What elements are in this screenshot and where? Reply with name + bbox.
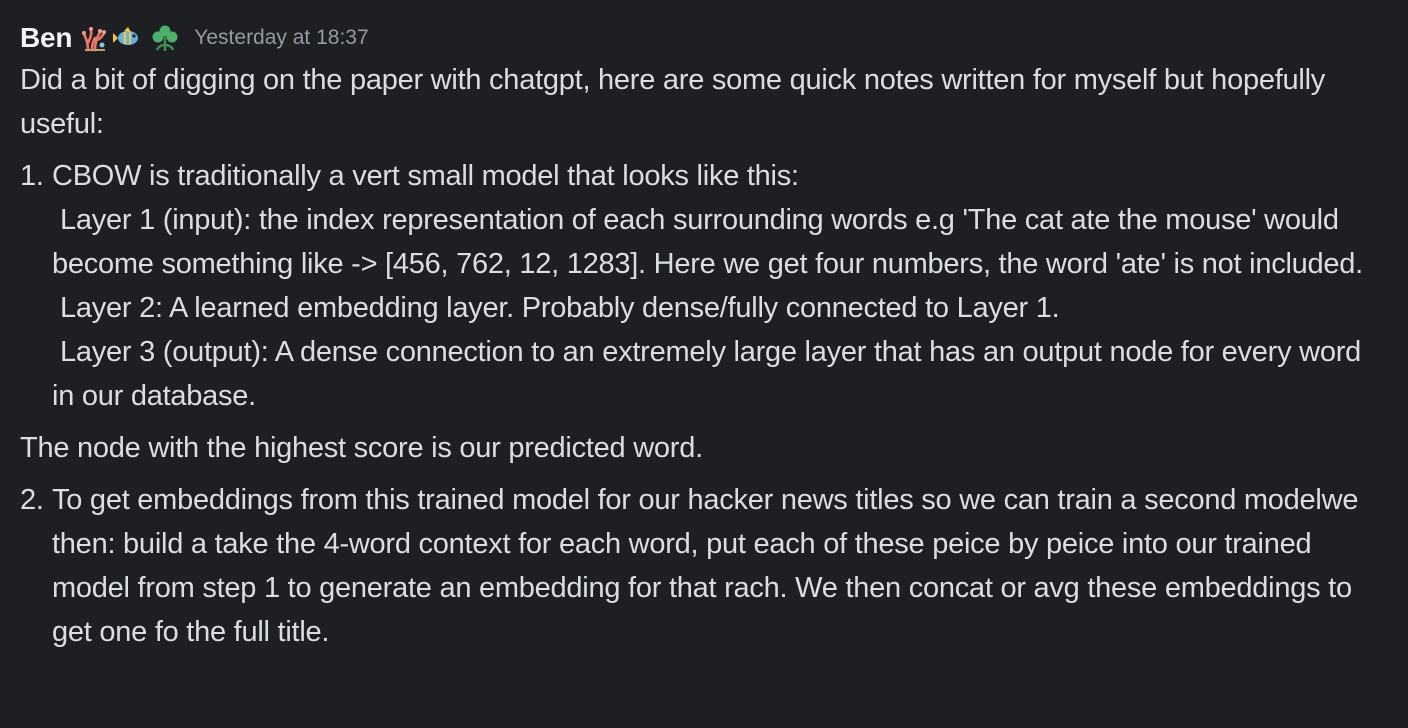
layer-description: Layer 2: A learned embedding layer. Prob… bbox=[52, 286, 1388, 330]
message-content: Did a bit of digging on the paper with c… bbox=[20, 58, 1388, 654]
layer-description: Layer 3 (output): A dense connection to … bbox=[52, 330, 1388, 418]
list-marker: 1. bbox=[20, 160, 44, 192]
message-header: Ben Yesterday at 18:37 bbox=[20, 20, 1388, 56]
layer-2-text: Layer 2: A learned embedding layer. Prob… bbox=[60, 292, 1060, 324]
author-name[interactable]: Ben bbox=[20, 22, 72, 54]
clover-emoji-icon[interactable] bbox=[150, 23, 180, 53]
list-item-text: To get embeddings from this trained mode… bbox=[52, 484, 1359, 648]
list-marker: 2. bbox=[20, 484, 44, 516]
list-item-heading: CBOW is traditionally a vert small model… bbox=[52, 160, 799, 192]
message-timestamp[interactable]: Yesterday at 18:37 bbox=[194, 26, 368, 50]
layer-description: Layer 1 (input): the index representatio… bbox=[52, 198, 1388, 286]
layer-1-text: Layer 1 (input): the index representatio… bbox=[52, 204, 1363, 280]
author-tags bbox=[80, 23, 180, 53]
layer-3-text: Layer 3 (output): A dense connection to … bbox=[52, 336, 1361, 412]
intro-text: Did a bit of digging on the paper with c… bbox=[20, 64, 1326, 140]
list-item: 1. CBOW is traditionally a vert small mo… bbox=[20, 154, 1388, 418]
between-text: The node with the highest score is our p… bbox=[20, 432, 703, 464]
chat-message: Ben Yesterday at 18:37 Did a bit of digg… bbox=[0, 0, 1408, 654]
coral-emoji-icon[interactable] bbox=[80, 23, 110, 53]
list-item: 2. To get embeddings from this trained m… bbox=[20, 478, 1388, 654]
tropical-fish-emoji-icon[interactable] bbox=[112, 23, 142, 53]
